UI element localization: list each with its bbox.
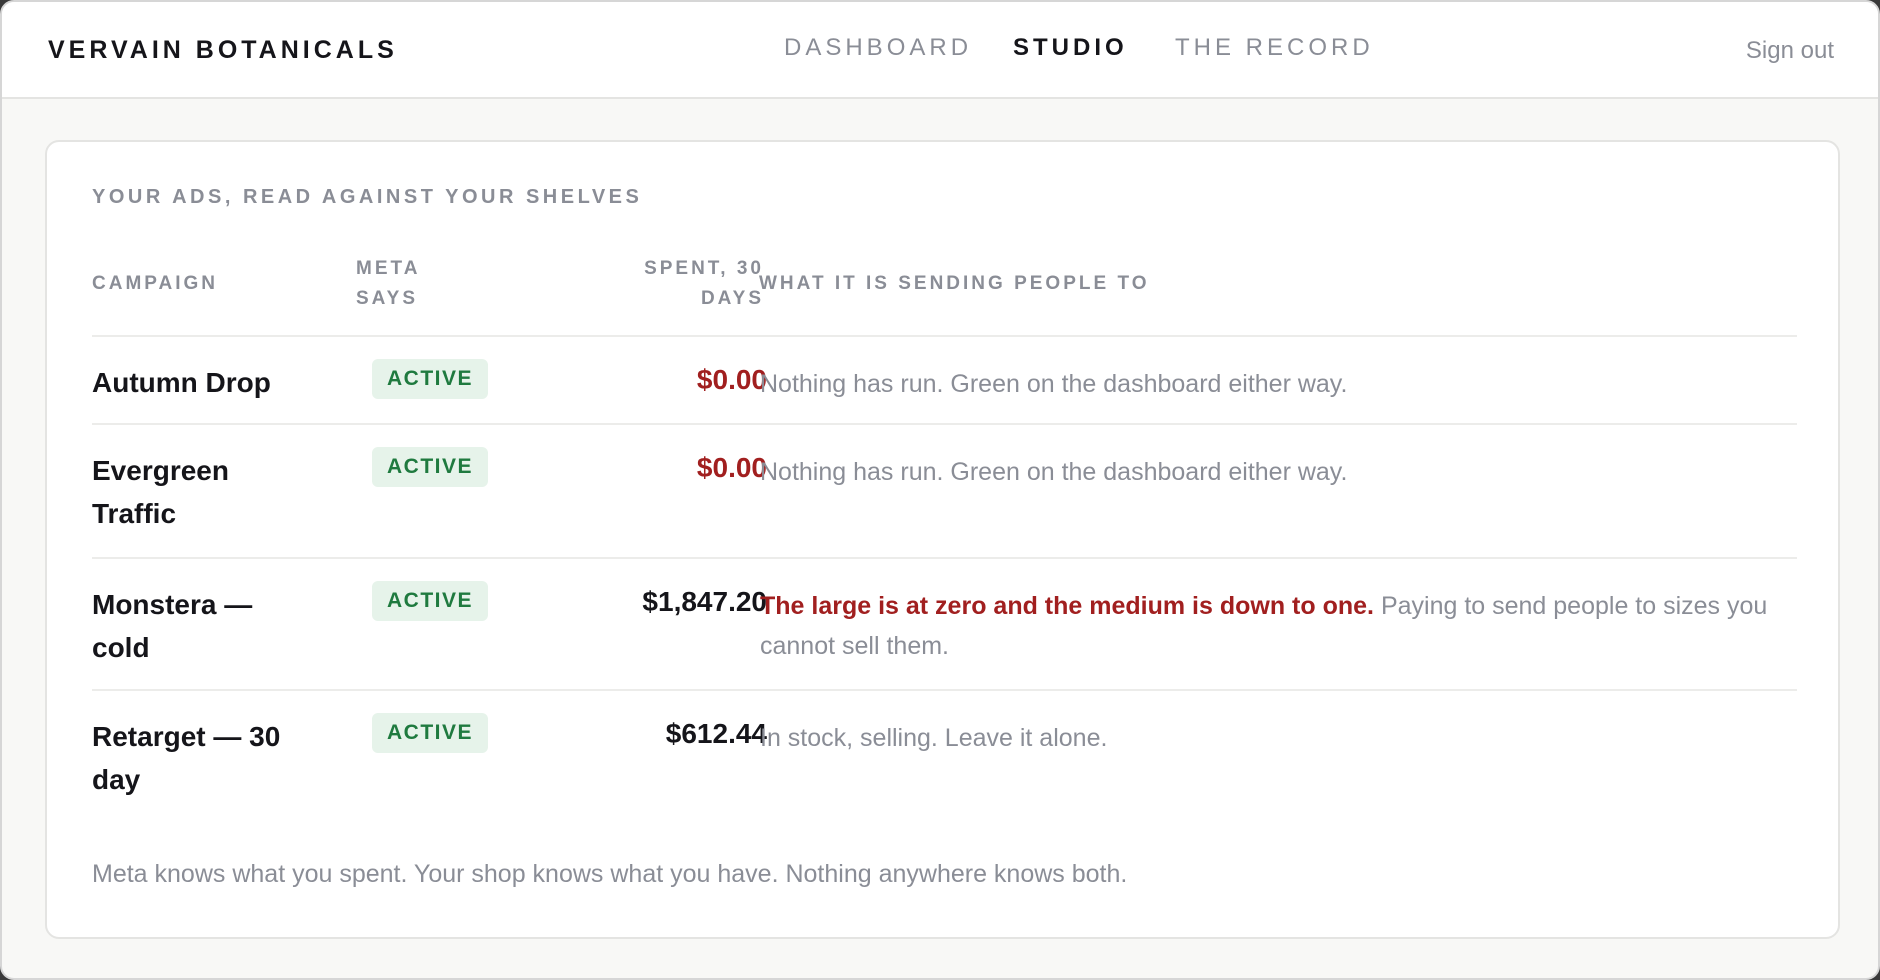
table-row[interactable]: Evergreen Traffic ACTIVE $0.00 Nothing h…: [92, 423, 1797, 557]
ads-panel: YOUR ADS, READ AGAINST YOUR SHELVES CAMP…: [45, 140, 1840, 939]
destination-text: Nothing has run. Green on the dashboard …: [760, 370, 1348, 398]
destination-text: In stock, selling. Leave it alone.: [760, 724, 1108, 752]
spent-amount: $0.00: [696, 364, 767, 395]
column-header-spent-line2: DAYS: [700, 288, 764, 309]
nav-tab-dashboard[interactable]: DASHBOARD: [784, 34, 972, 62]
column-header-destination: WHAT IT IS SENDING PEOPLE TO: [759, 273, 1150, 294]
status-badge: ACTIVE: [372, 581, 489, 621]
campaign-name: Monstera — cold: [92, 589, 253, 663]
status-badge: ACTIVE: [372, 359, 489, 399]
status-badge: ACTIVE: [372, 713, 489, 753]
campaign-name: Autumn Drop: [92, 367, 271, 398]
table-row[interactable]: Monstera — cold ACTIVE $1,847.20 The lar…: [92, 557, 1797, 689]
column-header-spent-line1: SPENT, 30: [644, 258, 764, 279]
column-header-campaign: CAMPAIGN: [92, 273, 219, 294]
campaign-name: Retarget — 30 day: [92, 721, 281, 795]
destination-note: The large is at zero and the medium is d…: [760, 586, 1790, 666]
column-header-spent: SPENT, 30 DAYS: [569, 254, 764, 314]
sign-out-link[interactable]: Sign out: [1746, 37, 1834, 65]
destination-text: Nothing has run. Green on the dashboard …: [760, 458, 1348, 486]
nav-tab-studio[interactable]: STUDIO: [1013, 34, 1128, 62]
nav-tab-the-record[interactable]: THE RECORD: [1175, 34, 1374, 62]
destination-note: In stock, selling. Leave it alone.: [760, 718, 1790, 758]
spent-amount: $1,847.20: [642, 586, 767, 617]
column-header-meta-line2: SAYS: [356, 288, 418, 309]
table-row[interactable]: Retarget — 30 day ACTIVE $612.44 In stoc…: [92, 689, 1797, 824]
destination-note: Nothing has run. Green on the dashboard …: [760, 364, 1790, 404]
spent-amount: $0.00: [696, 452, 767, 483]
panel-footnote: Meta knows what you spent. Your shop kno…: [92, 860, 1128, 888]
campaign-name: Evergreen Traffic: [92, 455, 229, 529]
panel-title: YOUR ADS, READ AGAINST YOUR SHELVES: [92, 186, 643, 208]
top-bar: VERVAIN BOTANICALS DASHBOARD STUDIO THE …: [2, 2, 1878, 99]
destination-alert: The large is at zero and the medium is d…: [760, 592, 1381, 620]
column-header-meta-says: META SAYS: [356, 254, 476, 314]
status-badge: ACTIVE: [372, 447, 489, 487]
main-nav: DASHBOARD STUDIO THE RECORD: [2, 34, 1878, 64]
table-row[interactable]: Autumn Drop ACTIVE $0.00 Nothing has run…: [92, 335, 1797, 423]
column-header-meta-line1: META: [356, 258, 421, 279]
spent-amount: $612.44: [665, 718, 767, 749]
app-window: VERVAIN BOTANICALS DASHBOARD STUDIO THE …: [0, 0, 1880, 980]
destination-note: Nothing has run. Green on the dashboard …: [760, 452, 1790, 492]
